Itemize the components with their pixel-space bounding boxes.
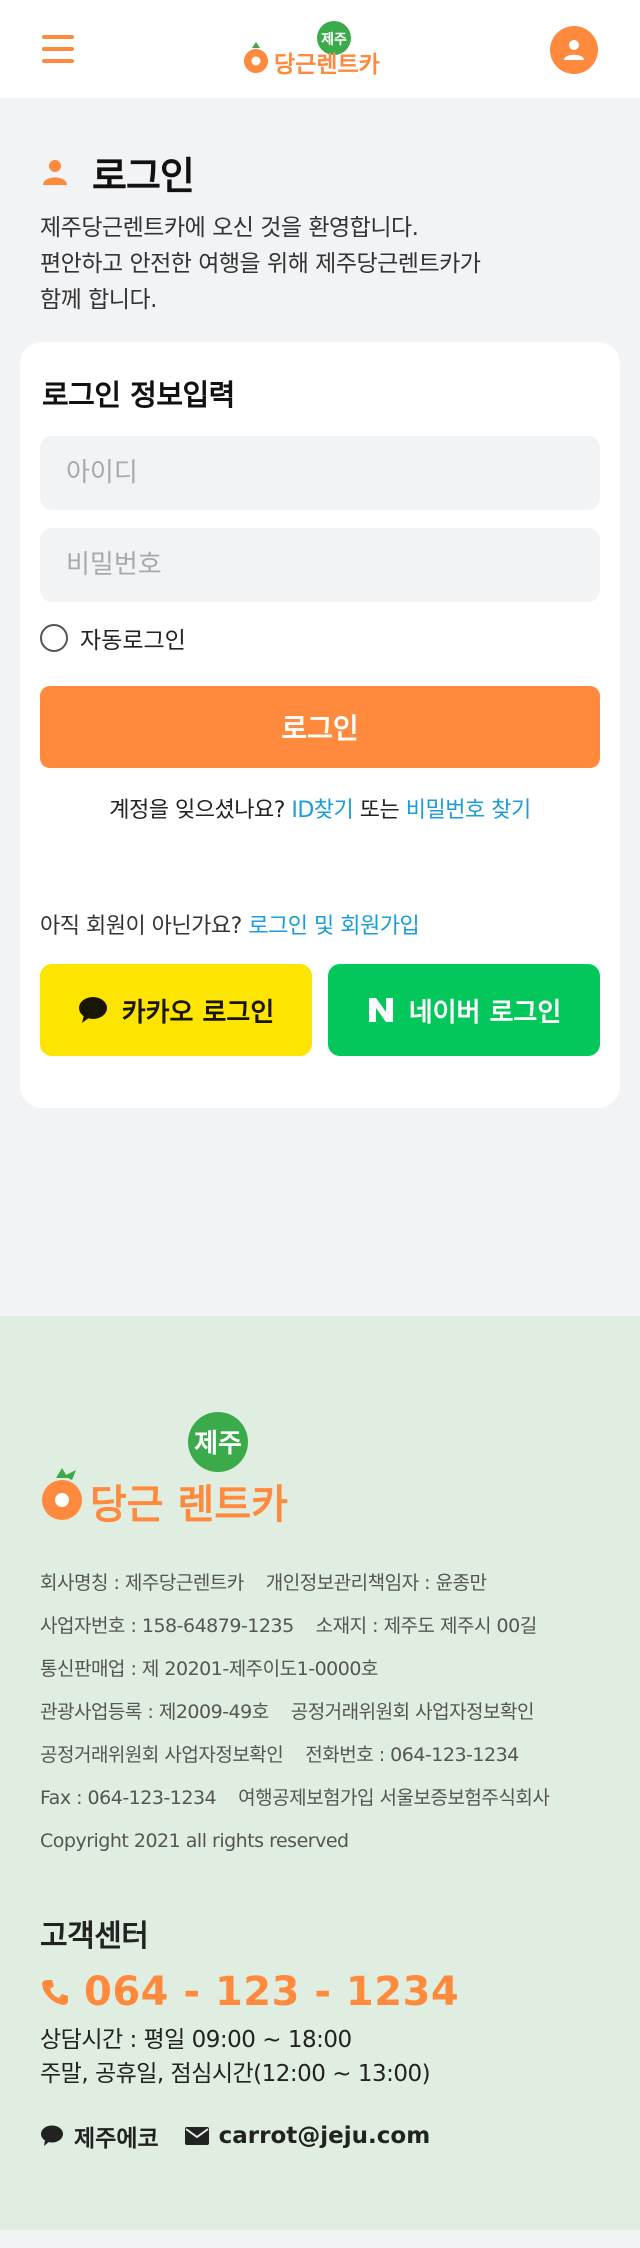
naver-login-label: 네이버 로그인 — [408, 997, 562, 1028]
phone-number: 064 - 123 - 1234 — [84, 1969, 460, 2015]
signup-prompt: 아직 회원이 아닌가요? 로그인 및 회원가입 — [40, 908, 600, 940]
menu-icon[interactable] — [42, 35, 74, 63]
social-login-row: 카카오 로그인 네이버 로그인 — [40, 964, 600, 1056]
contact-row: 제주에코 carrot@jeju.com — [40, 2119, 600, 2153]
business-number: 사업자번호 : 158-64879-1235 — [40, 1615, 294, 1637]
login-intro: 로그인 제주당근렌트카에 오신 것을 환영합니다. 편안하고 안전한 여행을 위… — [0, 98, 640, 318]
signup-link[interactable]: 로그인 및 회원가입 — [248, 914, 419, 939]
company-info-line: 공정거래위원회 사업자정보확인 전화번호 : 064-123-1234 — [40, 1734, 600, 1777]
welcome-line: 함께 합니다. — [40, 287, 157, 313]
login-card-title: 로그인 정보입력 — [42, 378, 235, 412]
footer-logo-badge: 제주 — [194, 1429, 242, 1459]
phone-info: 전화번호 : 064-123-1234 — [305, 1744, 519, 1766]
find-id-link[interactable]: ID찾기 — [291, 798, 353, 823]
copyright-text: Copyright 2021 all rights reserved — [40, 1830, 349, 1852]
user-icon — [564, 40, 584, 60]
company-info-line: 사업자번호 : 158-64879-1235 소재지 : 제주도 제주시 00길 — [40, 1605, 600, 1648]
hours-line: 주말, 공휴일, 점심시간(12:00 ~ 13:00) — [40, 2061, 431, 2087]
forgot-account: 계정을 잊으셨나요? ID찾기 또는 비밀번호 찾기 — [40, 792, 600, 824]
id-input[interactable] — [40, 436, 600, 510]
login-button[interactable]: 로그인 — [40, 686, 600, 768]
user-account-button[interactable] — [550, 26, 598, 74]
email-contact[interactable]: carrot@jeju.com — [184, 2123, 431, 2149]
envelope-icon — [184, 2127, 209, 2145]
company-info-line: 통신판매업 : 제 20201-제주이도1-0000호 — [40, 1648, 600, 1691]
chat-label: 제주에코 — [74, 2126, 159, 2152]
footer: 제주 당근 렌트카 회사명칭 : 제주당근렌트카 개인정보관리책임자 : 윤종만 … — [0, 1316, 640, 2230]
company-info-line: 회사명칭 : 제주당근렌트카 개인정보관리책임자 : 윤종만 — [40, 1562, 600, 1605]
insurance-info: 여행공제보험가입 서울보증보험주식회사 — [238, 1787, 550, 1809]
customer-center-phone[interactable]: 064 - 123 - 1234 — [40, 1969, 600, 2015]
footer-logo-text: 당근 렌트카 — [90, 1482, 288, 1528]
signup-prefix: 아직 회원이 아닌가요? — [40, 914, 242, 939]
privacy-officer: 개인정보관리책임자 : 윤종만 — [265, 1572, 487, 1594]
ftc-info-link[interactable]: 공정거래위원회 사업자정보확인 — [291, 1701, 535, 1723]
login-card: 로그인 정보입력 자동로그인 로그인 계정을 잊으셨나요? ID찾기 또는 비밀… — [20, 342, 620, 1108]
or-text: 또는 — [359, 798, 400, 823]
password-input[interactable] — [40, 528, 600, 602]
company-info: 회사명칭 : 제주당근렌트카 개인정보관리책임자 : 윤종만 사업자번호 : 15… — [40, 1562, 600, 1863]
kakao-login-button[interactable]: 카카오 로그인 — [40, 964, 312, 1056]
footer-logo: 제주 당근 렌트카 — [40, 1412, 340, 1532]
copyright: Copyright 2021 all rights reserved — [40, 1820, 600, 1863]
naver-login-button[interactable]: 네이버 로그인 — [328, 964, 600, 1056]
welcome-line: 편안하고 안전한 여행을 위해 제주당근렌트카가 — [40, 251, 481, 277]
kakao-login-label: 카카오 로그인 — [121, 997, 275, 1028]
company-name: 회사명칭 : 제주당근렌트카 — [40, 1572, 244, 1594]
chat-contact[interactable]: 제주에코 — [40, 2119, 159, 2153]
tourism-registration: 관광사업등록 : 제2009-49호 — [40, 1701, 269, 1723]
welcome-message: 제주당근렌트카에 오신 것을 환영합니다. 편안하고 안전한 여행을 위해 제주… — [40, 210, 600, 318]
auto-login-label: 자동로그인 — [80, 628, 186, 654]
page-title: 로그인 — [92, 153, 195, 198]
hours-line: 상담시간 : 평일 09:00 ~ 18:00 — [40, 2027, 352, 2053]
naver-n-icon — [367, 996, 395, 1024]
ftc-info-link[interactable]: 공정거래위원회 사업자정보확인 — [40, 1744, 284, 1766]
company-info-line: 관광사업등록 : 제2009-49호 공정거래위원회 사업자정보확인 — [40, 1691, 600, 1734]
speech-bubble-icon — [78, 996, 108, 1024]
customer-center-title: 고객센터 — [40, 1919, 149, 1954]
company-info-line: Fax : 064-123-1234 여행공제보험가입 서울보증보험주식회사 — [40, 1777, 600, 1820]
header-logo[interactable]: 제주 당근렌트카 — [242, 18, 402, 80]
header-logo-badge: 제주 — [321, 32, 347, 48]
auto-login-option[interactable]: 자동로그인 — [40, 620, 600, 656]
find-password-link[interactable]: 비밀번호 찾기 — [406, 798, 531, 823]
chat-bubble-icon — [41, 2125, 63, 2146]
auto-login-radio[interactable] — [40, 624, 68, 652]
fax-info: Fax : 064-123-1234 — [40, 1787, 217, 1809]
mail-order-number: 통신판매업 : 제 20201-제주이도1-0000호 — [40, 1658, 378, 1680]
top-header: 제주 당근렌트카 — [0, 0, 640, 98]
business-hours: 상담시간 : 평일 09:00 ~ 18:00 주말, 공휴일, 점심시간(12… — [40, 2023, 600, 2091]
person-icon — [43, 160, 67, 185]
address: 소재지 : 제주도 제주시 00길 — [315, 1615, 538, 1637]
header-logo-text: 당근렌트카 — [274, 52, 380, 78]
email-address: carrot@jeju.com — [218, 2123, 431, 2149]
welcome-line: 제주당근렌트카에 오신 것을 환영합니다. — [40, 215, 419, 241]
phone-icon — [42, 1980, 68, 2005]
forgot-prefix: 계정을 잊으셨나요? — [109, 798, 285, 823]
